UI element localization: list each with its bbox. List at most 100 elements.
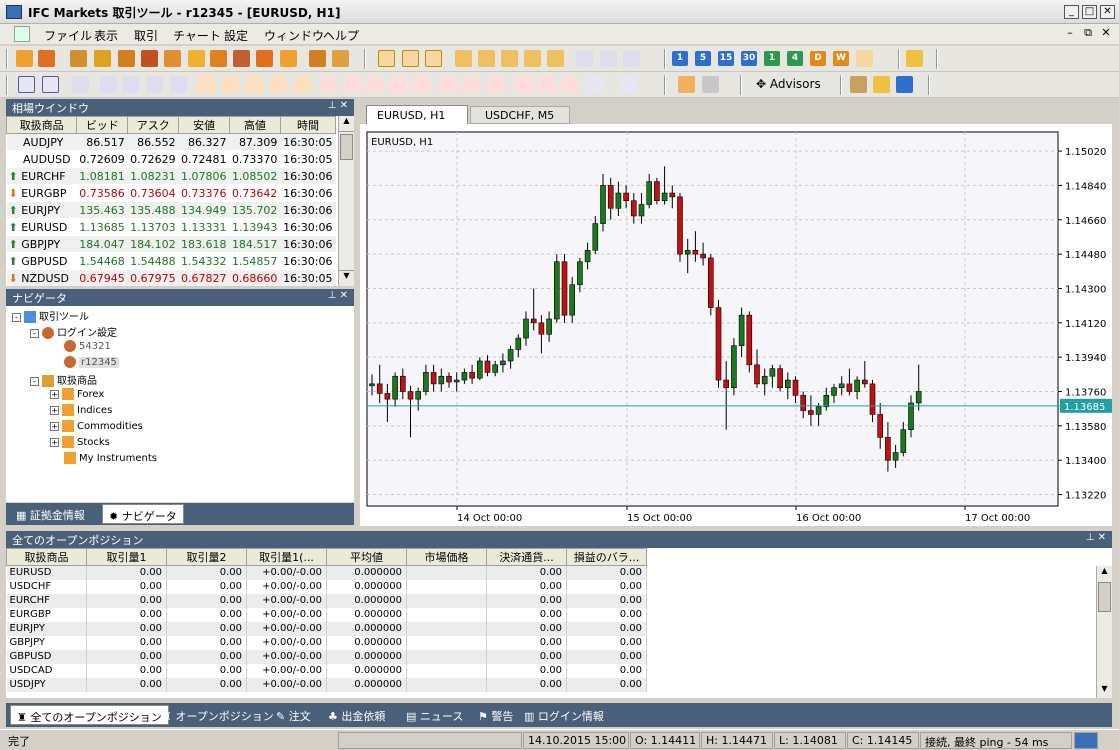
tab-news[interactable]: ▤ ニュース xyxy=(400,705,469,725)
chart-tab-usdchf[interactable]: USDCHF, M5 xyxy=(470,106,570,124)
rectangle-icon[interactable] xyxy=(440,76,457,93)
expert-icon[interactable] xyxy=(678,76,695,93)
tree-group-forex[interactable]: + Forex xyxy=(50,388,104,400)
alert-icon[interactable] xyxy=(141,50,158,67)
shape-ellipse-icon[interactable] xyxy=(561,76,578,93)
indicator-icon[interactable] xyxy=(576,50,593,67)
chart-canvas[interactable]: 1.15020 1.14840 1.14660 1.14480 1.14300 1.141… xyxy=(360,124,1113,526)
mw-col-header[interactable]: ビッド xyxy=(76,116,129,134)
ellipse-icon[interactable] xyxy=(487,76,504,93)
fibo-expansion-icon[interactable] xyxy=(344,76,361,93)
mw-col-header[interactable]: アスク xyxy=(127,116,180,134)
mdi-close-icon[interactable]: ✕ xyxy=(1099,26,1113,39)
open-icon[interactable] xyxy=(16,50,33,67)
op-col-header[interactable]: 損益のバラ... xyxy=(566,548,647,566)
op-row[interactable]: USDCAD 0.00 0.00 +0.00/-0.00 0.000000 0.00 0.0… xyxy=(6,663,647,678)
positions-pin-close-icon[interactable]: ⊥ ✕ xyxy=(1086,532,1106,543)
op-col-header[interactable]: 平均値 xyxy=(326,548,407,566)
unlock-icon[interactable] xyxy=(332,50,349,67)
document-icon[interactable] xyxy=(70,50,87,67)
fibo-arc-icon[interactable] xyxy=(413,76,430,93)
tab-margin-info[interactable]: ▦ 証拠金情報 xyxy=(10,504,91,524)
op-row[interactable]: EURJPY 0.00 0.00 +0.00/-0.00 0.000000 0.00 0.0… xyxy=(6,621,647,636)
tree-group-my-instruments[interactable]: My Instruments xyxy=(64,452,157,464)
tab-login-info[interactable]: ▥ ログイン情報 xyxy=(518,705,610,725)
menu-chart[interactable]: チャート xyxy=(173,27,221,44)
mw-row[interactable]: ⬆ EURJPY 135.463 135.488 134.949 135.702 16:3… xyxy=(6,201,336,219)
minimize-button[interactable]: _ xyxy=(1064,5,1079,19)
menu-file[interactable]: ファイル xyxy=(44,27,92,44)
menu-view[interactable]: 表示 xyxy=(94,27,118,44)
op-row[interactable]: EURUSD 0.00 0.00 +0.00/-0.00 0.000000 0.00 0.0… xyxy=(6,565,647,580)
mw-row[interactable]: ⬆ GBPJPY 184.047 184.102 183.618 184.517 16:3… xyxy=(6,235,336,253)
op-col-header[interactable]: 決済通貨... xyxy=(486,548,567,566)
op-row[interactable]: EURGBP 0.00 0.00 +0.00/-0.00 0.000000 0.00 0.0… xyxy=(6,607,647,622)
tf-h4-button[interactable]: 4 xyxy=(787,51,803,66)
op-row[interactable]: USDCHF 0.00 0.00 +0.00/-0.00 0.000000 0.00 0.0… xyxy=(6,579,647,594)
advisors-button[interactable]: ✥ Advisors xyxy=(756,77,821,91)
fibo-icon[interactable] xyxy=(170,76,187,93)
op-row[interactable]: EURCHF 0.00 0.00 +0.00/-0.00 0.000000 0.00 0.0… xyxy=(6,593,647,608)
tf-m1-button[interactable]: 1 xyxy=(672,51,688,66)
tab-alerts[interactable]: ⚑ 警告 xyxy=(472,705,519,725)
news-icon[interactable] xyxy=(256,50,273,67)
template-icon[interactable] xyxy=(623,50,640,67)
tree-instruments[interactable]: - 取扱商品 xyxy=(30,372,97,387)
tab-open-positions[interactable]: ♜ オープンポジション xyxy=(156,705,280,725)
crosshair-icon[interactable] xyxy=(42,76,59,93)
market-watch-scrollbar[interactable]: ▲ ▼ xyxy=(338,116,354,286)
tf-m30-button[interactable]: 30 xyxy=(741,51,757,66)
op-col-header[interactable]: 取引量1 xyxy=(86,548,167,566)
fibo-fan-icon[interactable] xyxy=(390,76,407,93)
zoom-in-icon[interactable] xyxy=(455,50,472,67)
mdi-restore-icon[interactable]: ⧉ xyxy=(1081,26,1095,40)
text-icon[interactable] xyxy=(586,76,603,93)
tree-root[interactable]: - 取引ツール xyxy=(12,308,89,323)
info-icon[interactable] xyxy=(896,76,913,93)
menu-window[interactable]: ウィンドウ xyxy=(264,27,324,44)
menu-trade[interactable]: 取引 xyxy=(134,27,158,44)
op-col-header[interactable]: 取引量1(... xyxy=(246,548,327,566)
tf-w1-button[interactable]: W xyxy=(833,51,849,66)
tf-m15-button[interactable]: 15 xyxy=(718,51,734,66)
tile-icon[interactable] xyxy=(501,50,518,67)
period-icon[interactable] xyxy=(600,50,617,67)
chart-line-icon[interactable] xyxy=(425,50,442,67)
op-row[interactable]: GBPUSD 0.00 0.00 +0.00/-0.00 0.000000 0.00 0.0… xyxy=(6,649,647,664)
shift-icon[interactable] xyxy=(547,50,564,67)
shape-rect-icon[interactable] xyxy=(515,76,532,93)
mw-col-header[interactable]: 時間 xyxy=(279,116,337,134)
tf-h1-button[interactable]: 1 xyxy=(764,51,780,66)
scroll-icon[interactable] xyxy=(524,50,541,67)
close-button[interactable]: ✕ xyxy=(1100,5,1115,19)
menu-help[interactable]: ヘルプ xyxy=(323,27,359,44)
tf-m5-button[interactable]: 5 xyxy=(695,51,711,66)
tab-withdrawals[interactable]: ♣ 出金依頼 xyxy=(322,705,391,725)
hands-icon[interactable] xyxy=(210,50,227,67)
maximize-button[interactable]: □ xyxy=(1082,5,1097,19)
tab-orders[interactable]: ✎ 注文 xyxy=(270,705,317,725)
chart-bar-icon[interactable] xyxy=(378,50,395,67)
tab-all-open-positions[interactable]: ♜ 全てのオープンポジション xyxy=(10,705,169,725)
position-icon[interactable] xyxy=(233,50,250,67)
mdi-minimize-icon[interactable]: – xyxy=(1063,26,1077,39)
chart-candle-icon[interactable] xyxy=(402,50,419,67)
pitchfork-icon[interactable] xyxy=(246,76,263,93)
positions-scrollbar[interactable]: ▲ ▼ xyxy=(1096,566,1112,698)
op-col-header[interactable]: 取扱商品 xyxy=(6,548,87,566)
tf-mn-icon[interactable] xyxy=(856,50,873,67)
fibo-retrace-icon[interactable] xyxy=(320,76,337,93)
tree-account-1[interactable]: 54321 xyxy=(64,340,111,352)
chart-tab-eurusd[interactable]: EURUSD, H1 xyxy=(366,105,468,125)
navigator-pin-close-icon[interactable]: ⊥ ✕ xyxy=(328,290,348,301)
vline-icon[interactable] xyxy=(72,76,89,93)
cursor-icon[interactable] xyxy=(18,76,35,93)
hline-icon[interactable] xyxy=(122,76,139,93)
regression-icon[interactable] xyxy=(294,76,311,93)
gann-fan-icon[interactable] xyxy=(222,76,239,93)
mw-col-header[interactable]: 安値 xyxy=(178,116,231,134)
gann-icon[interactable] xyxy=(198,76,215,93)
tree-login-settings[interactable]: - ログイン設定 xyxy=(30,324,117,339)
fibo-time-icon[interactable] xyxy=(367,76,384,93)
mw-row[interactable]: AUDJPY 86.517 86.552 86.327 87.309 16:30:05 xyxy=(6,133,336,151)
